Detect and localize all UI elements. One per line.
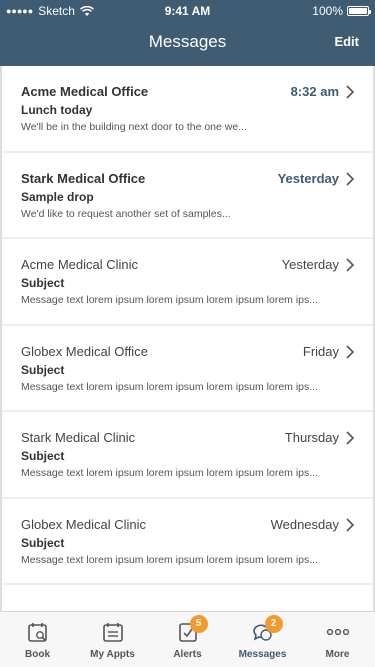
tab-messages[interactable]: 2 Messages: [225, 612, 300, 667]
tab-label: More: [325, 649, 350, 660]
message-subject: Subject: [21, 276, 65, 290]
status-bar: ●●●●● Sketch 9:41 AM 100%: [0, 0, 375, 22]
calendar-list-icon: [101, 620, 125, 644]
message-time: Friday: [302, 343, 339, 359]
message-list[interactable]: Acme Medical Office Lunch today We'll be i…: [0, 66, 375, 611]
tab-more[interactable]: More: [300, 612, 375, 667]
message-preview: Message text lorem ipsum lorem ipsum lor…: [21, 294, 319, 306]
message-subject: Sample drop: [21, 189, 94, 204]
message-row-partial[interactable]: [2, 585, 373, 611]
chevron-right-icon: [346, 344, 355, 359]
tab-label: Alerts: [173, 649, 202, 660]
message-time: Yesterday: [277, 170, 339, 186]
message-row[interactable]: Globex Medical Office Subject Message text…: [2, 325, 373, 412]
tab-label: My Appts: [90, 649, 135, 660]
message-time: Yesterday: [281, 257, 339, 272]
message-subject: Subject: [21, 449, 65, 463]
chevron-right-icon: [346, 171, 355, 186]
page-title: Messages: [148, 32, 227, 51]
message-row[interactable]: Globex Medical Clinic Subject Message text…: [2, 498, 373, 585]
chevron-right-icon: [346, 85, 355, 99]
message-preview: We'll be in the building next door to th…: [21, 121, 247, 133]
edit-button[interactable]: Edit: [334, 34, 359, 49]
battery-percent: 100%: [312, 4, 343, 18]
message-preview: We'd like to request another set of samp…: [21, 207, 231, 220]
tab-label: Book: [25, 649, 50, 660]
message-time: 8:32 am: [290, 84, 339, 99]
tab-badge: 5: [189, 615, 208, 633]
tab-my-appts[interactable]: My Appts: [75, 612, 150, 667]
message-row[interactable]: Stark Medical Clinic Subject Message text …: [2, 412, 373, 499]
message-time: Wednesday: [270, 516, 339, 532]
message-row[interactable]: Stark Medical Office Sample drop We'd like…: [2, 152, 373, 239]
message-preview: Message text lorem ipsum lorem ipsum lor…: [21, 553, 319, 566]
message-row[interactable]: Acme Medical Office Lunch today We'll be i…: [2, 66, 373, 153]
chevron-right-icon: [346, 517, 355, 532]
message-subject: Lunch today: [21, 103, 93, 117]
calendar-icon: [26, 620, 50, 644]
message-subject: Subject: [21, 362, 65, 377]
chevron-right-icon: [346, 431, 355, 445]
chevron-right-icon: [346, 258, 355, 272]
status-right: 100%: [312, 4, 371, 18]
tab-badge: 2: [264, 615, 283, 633]
app-header: ●●●●● Sketch 9:41 AM 100% Messages Edit: [0, 0, 375, 66]
tab-book[interactable]: Book: [0, 612, 75, 667]
tab-bar: Book My Appts 5 Alerts 2 Messages More: [0, 611, 375, 667]
more-dots-icon: [326, 620, 350, 644]
message-subject: Subject: [21, 535, 65, 550]
message-preview: Message text lorem ipsum lorem ipsum lor…: [21, 467, 319, 479]
message-time: Thursday: [284, 430, 339, 445]
tab-label: Messages: [238, 649, 287, 660]
message-preview: Message text lorem ipsum lorem ipsum lor…: [21, 380, 319, 393]
tab-alerts[interactable]: 5 Alerts: [150, 612, 225, 667]
message-row[interactable]: Acme Medical Clinic Subject Message text l…: [2, 239, 373, 326]
battery-icon: [347, 6, 371, 16]
